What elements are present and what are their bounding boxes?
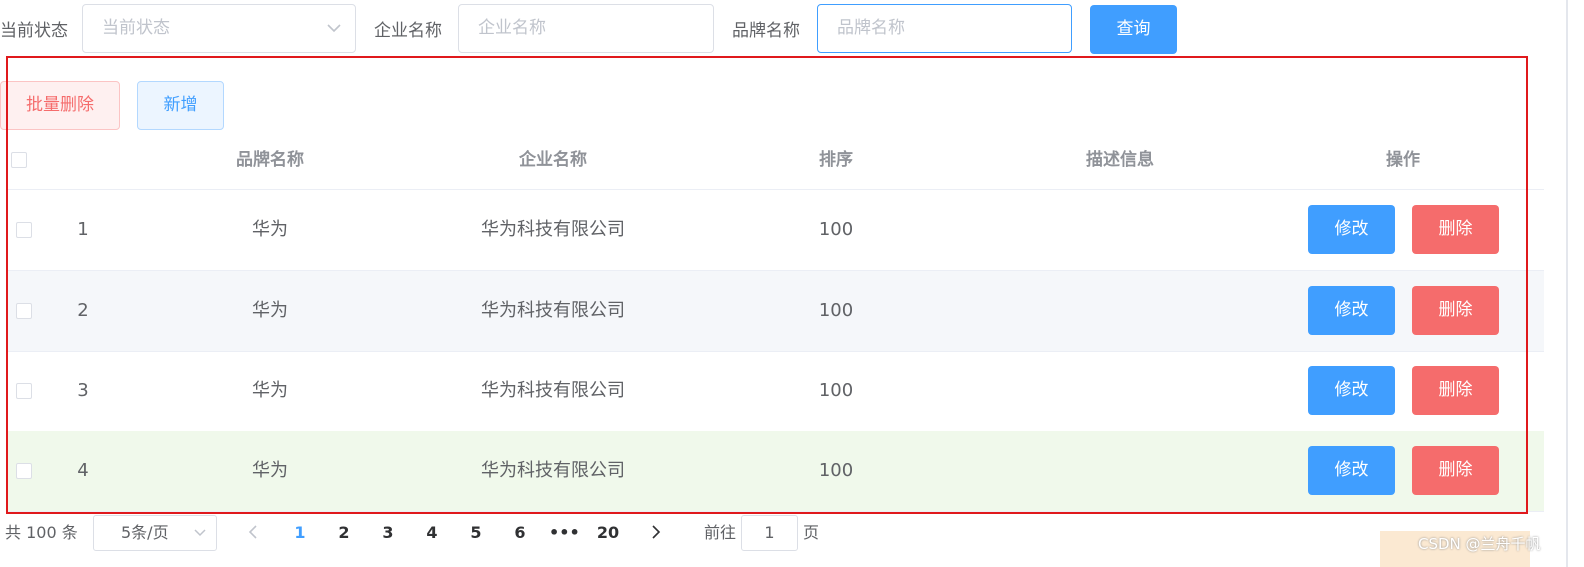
company-input[interactable]: 企业名称 [458, 4, 714, 53]
page-number[interactable]: 2 [329, 515, 359, 551]
cell-order: 100 [818, 219, 854, 240]
row-checkbox[interactable] [16, 383, 32, 399]
row-index: 1 [77, 219, 89, 240]
edit-button[interactable]: 修改 [1308, 286, 1395, 335]
cell-company: 华为科技有限公司 [481, 460, 625, 481]
batch-delete-button[interactable]: 批量删除 [0, 81, 120, 130]
page-number[interactable]: 20 [593, 515, 623, 551]
cell-company: 华为科技有限公司 [481, 300, 625, 321]
page-number[interactable]: 3 [373, 515, 403, 551]
status-select[interactable]: 当前状态 [82, 4, 356, 53]
page-number[interactable]: 5 [461, 515, 491, 551]
edit-button[interactable]: 修改 [1308, 446, 1395, 495]
row-index: 3 [77, 380, 89, 401]
page-number[interactable]: 1 [285, 515, 315, 551]
cell-company: 华为科技有限公司 [481, 380, 625, 401]
cell-description [1020, 431, 1220, 511]
table-row: 3 华为 华为科技有限公司 100 修改 删除 [6, 351, 1544, 432]
cell-order: 100 [818, 300, 854, 321]
edit-button[interactable]: 修改 [1308, 205, 1395, 254]
cell-brand: 华为 [252, 380, 288, 401]
company-label: 企业名称 [374, 21, 442, 41]
goto-page-input[interactable]: 1 [741, 515, 798, 551]
chevron-down-icon [194, 516, 206, 562]
cell-description [1020, 351, 1220, 431]
column-header-brand: 品牌名称 [236, 150, 304, 170]
row-checkbox[interactable] [16, 463, 32, 479]
cell-company: 华为科技有限公司 [481, 219, 625, 240]
column-header-actions: 操作 [1386, 150, 1420, 170]
table-row: 1 华为 华为科技有限公司 100 修改 删除 [6, 190, 1544, 271]
delete-button[interactable]: 删除 [1412, 366, 1499, 415]
delete-button[interactable]: 删除 [1412, 205, 1499, 254]
row-checkbox[interactable] [16, 303, 32, 319]
brand-input-placeholder: 品牌名称 [837, 18, 905, 38]
page-size-value: 5条/页 [121, 523, 169, 542]
cell-description [1020, 190, 1220, 270]
column-header-description: 描述信息 [1086, 150, 1154, 170]
table-row: 2 华为 华为科技有限公司 100 修改 删除 [6, 271, 1544, 352]
select-all-checkbox[interactable] [11, 152, 27, 168]
table-row: 4 华为 华为科技有限公司 100 修改 删除 [6, 431, 1544, 512]
cell-order: 100 [818, 380, 854, 401]
delete-button[interactable]: 删除 [1412, 286, 1499, 335]
watermark-text: CSDN @兰舟千帆 [1418, 535, 1541, 553]
edit-button[interactable]: 修改 [1308, 366, 1395, 415]
page-number[interactable]: 4 [417, 515, 447, 551]
delete-button[interactable]: 删除 [1412, 446, 1499, 495]
cell-brand: 华为 [252, 219, 288, 240]
add-button[interactable]: 新增 [137, 81, 224, 130]
chevron-down-icon [327, 5, 341, 72]
pagination-total: 共 100 条 [5, 523, 78, 542]
page-suffix-label: 页 [803, 523, 820, 542]
brand-label: 品牌名称 [732, 21, 800, 41]
table-header: 品牌名称 企业名称 排序 描述信息 操作 [6, 131, 1544, 190]
page-size-select[interactable]: 5条/页 [93, 515, 217, 551]
cell-description [1020, 271, 1220, 351]
row-index: 2 [77, 300, 89, 321]
prev-page-icon[interactable] [246, 515, 260, 551]
goto-label: 前往 [704, 523, 737, 542]
column-header-order: 排序 [819, 150, 853, 170]
status-label: 当前状态 [0, 21, 68, 41]
status-select-placeholder: 当前状态 [102, 18, 170, 38]
cell-brand: 华为 [252, 300, 288, 321]
column-header-company: 企业名称 [519, 150, 587, 170]
row-checkbox[interactable] [16, 222, 32, 238]
company-input-placeholder: 企业名称 [478, 18, 546, 38]
search-button[interactable]: 查询 [1090, 5, 1177, 54]
scrollbar-track[interactable] [1566, 0, 1568, 567]
cell-brand: 华为 [252, 460, 288, 481]
next-page-icon[interactable] [649, 515, 663, 551]
page-ellipsis[interactable]: ••• [549, 515, 580, 551]
cell-order: 100 [818, 460, 854, 481]
brand-input[interactable]: 品牌名称 [817, 4, 1072, 53]
row-index: 4 [77, 460, 89, 481]
page-number[interactable]: 6 [505, 515, 535, 551]
